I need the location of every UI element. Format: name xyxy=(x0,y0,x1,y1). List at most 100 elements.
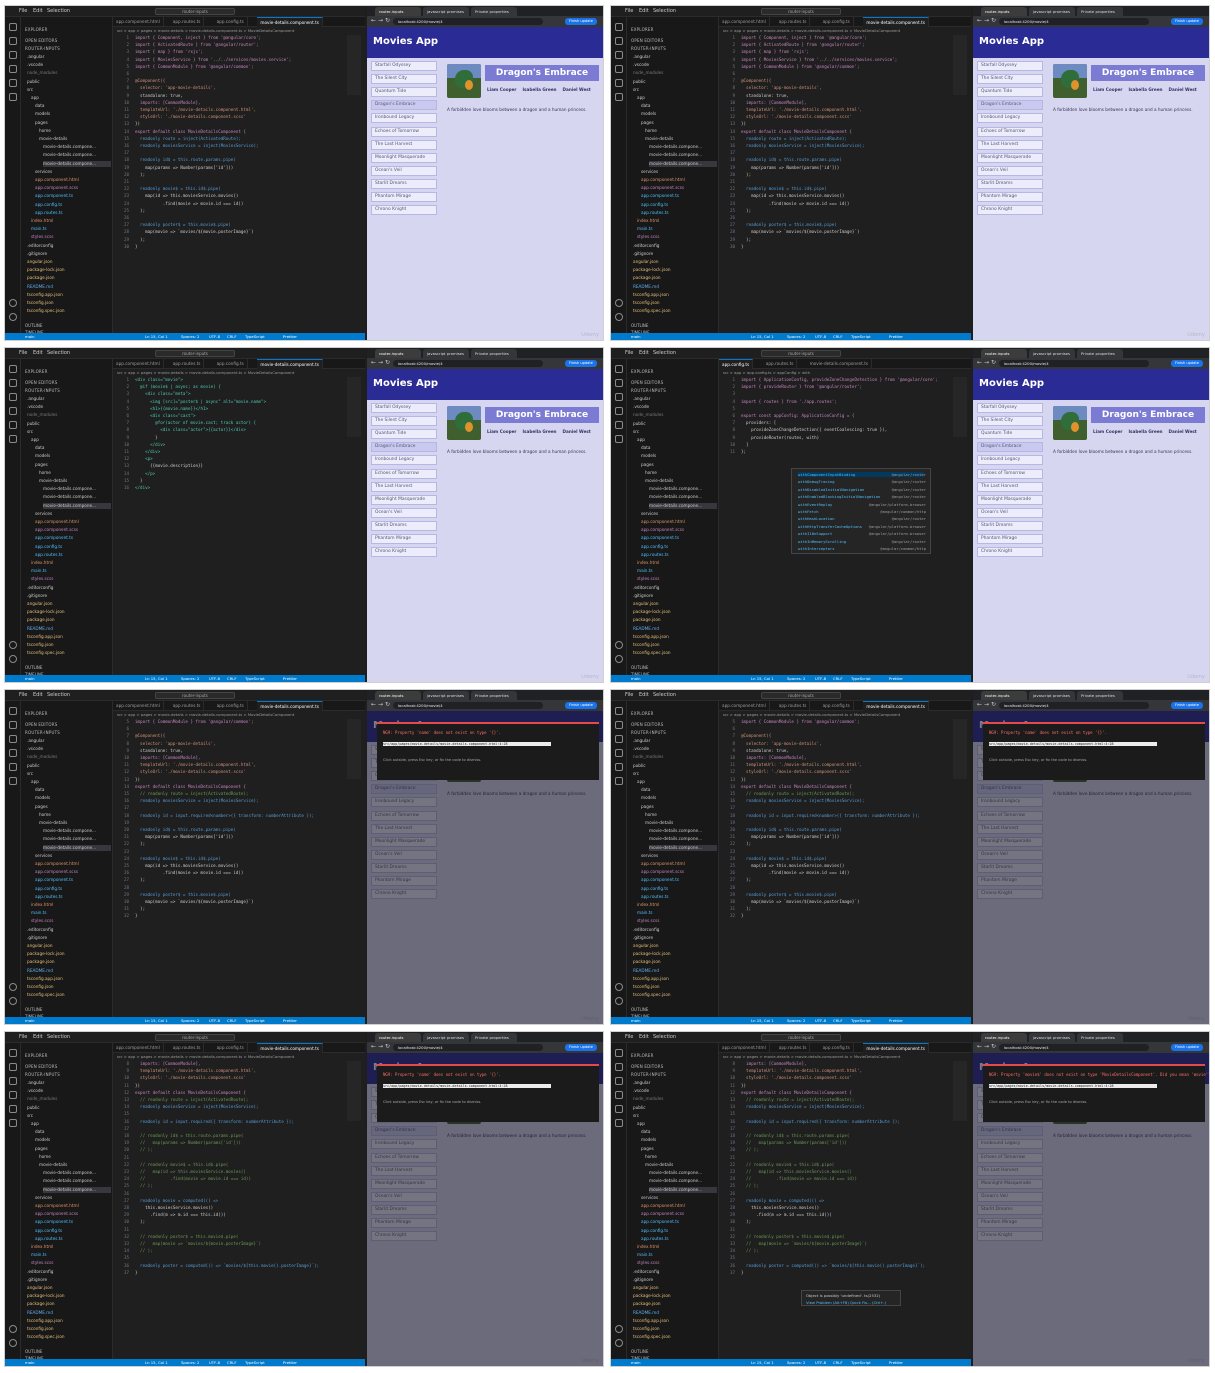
extensions-icon[interactable] xyxy=(615,1105,623,1113)
minimap[interactable] xyxy=(347,719,361,779)
code-line[interactable]: </p> xyxy=(135,471,155,476)
code-line[interactable]: ); xyxy=(135,172,145,177)
code-line[interactable]: ); xyxy=(741,208,751,213)
browser-tab[interactable]: javascript promises xyxy=(423,691,469,700)
status-eol[interactable]: CRLF xyxy=(227,1017,237,1024)
menu-file[interactable]: File xyxy=(19,1034,27,1040)
file-tree-item[interactable]: home xyxy=(645,812,717,818)
file-tree-item[interactable]: src xyxy=(27,771,111,777)
file-tree-item[interactable]: services xyxy=(35,511,111,517)
file-tree-item[interactable]: models xyxy=(35,111,111,117)
file-tree-item[interactable]: styles.scss xyxy=(31,234,111,240)
status-branch[interactable]: main xyxy=(631,1017,641,1024)
code-line[interactable]: map(params => Number(params['id'])) xyxy=(135,165,233,170)
open-editors-header[interactable]: OPEN EDITORS xyxy=(25,380,57,385)
status-branch[interactable]: main xyxy=(25,675,35,682)
back-icon[interactable]: ← xyxy=(977,17,982,24)
finish-update-button[interactable]: Finish update xyxy=(564,18,597,25)
project-header[interactable]: ROUTER-INPUTS xyxy=(25,1072,60,1077)
file-tree-item[interactable]: package.json xyxy=(27,1301,111,1307)
movie-list-item[interactable]: Quantum Tide xyxy=(977,429,1043,440)
files-icon[interactable] xyxy=(9,365,17,373)
account-icon[interactable] xyxy=(615,983,623,991)
code-line[interactable]: this.moviesService.movies() xyxy=(741,1205,819,1210)
status-spaces[interactable]: Spaces: 2 xyxy=(181,675,199,682)
file-tree-item[interactable]: movie-details.compone... xyxy=(43,494,111,500)
code-line[interactable]: import { ApplicationConfig, provideZoneC… xyxy=(741,377,938,382)
file-tree-item[interactable]: package.json xyxy=(633,1301,717,1307)
movie-list-item[interactable]: Chrono Knight xyxy=(371,547,437,558)
status-lang[interactable]: TypeScript xyxy=(245,675,265,682)
code-line[interactable]: ); xyxy=(135,841,145,846)
file-tree-item[interactable]: data xyxy=(641,787,717,793)
code-line[interactable]: provideZoneChangeDetection({ eventCoales… xyxy=(741,427,887,432)
code-line[interactable]: .find(movie => movie.id === id)) xyxy=(135,870,244,875)
file-tree-item[interactable]: styles.scss xyxy=(637,918,717,924)
autocomplete-item[interactable]: withFetch xyxy=(798,509,819,514)
menu-edit[interactable]: Edit xyxy=(33,8,43,14)
menu-selection[interactable]: Selection xyxy=(653,8,676,14)
file-tree-item[interactable]: public xyxy=(27,421,111,427)
file-tree-item[interactable]: index.html xyxy=(31,902,111,908)
status-eol[interactable]: CRLF xyxy=(227,675,237,682)
code-line[interactable]: <h1>{{movie.name}}</h1> xyxy=(135,406,208,411)
source-control-icon[interactable] xyxy=(9,735,17,743)
reload-icon[interactable]: ↻ xyxy=(385,701,390,708)
code-line[interactable]: import { CommonModule } from '@angular/c… xyxy=(741,64,860,69)
code-line[interactable]: readonly id = input.required<number>({ t… xyxy=(135,813,314,818)
browser-tab[interactable]: router-inputs xyxy=(981,349,1027,358)
project-header[interactable]: ROUTER-INPUTS xyxy=(25,388,60,393)
status-branch[interactable]: main xyxy=(25,333,35,340)
file-tree-item[interactable]: data xyxy=(35,445,111,451)
outline-section[interactable]: OUTLINE xyxy=(631,665,648,670)
code-line[interactable]: readonly id$ = this.route.params.pipe( xyxy=(135,827,236,832)
file-tree-item[interactable]: tsconfig.app.json xyxy=(633,976,717,982)
file-tree-item[interactable]: app.config.ts xyxy=(641,1228,717,1234)
file-tree-item[interactable]: .gitignore xyxy=(633,1277,717,1283)
file-tree-item[interactable]: movie-details.compone... xyxy=(649,1178,717,1184)
editor-tab[interactable]: app.config.ts xyxy=(214,701,248,711)
status-encoding[interactable]: UTF-8 xyxy=(209,675,220,682)
code-line[interactable]: }) xyxy=(135,1083,140,1088)
file-tree-item[interactable]: tsconfig.json xyxy=(633,984,717,990)
code-line[interactable]: // .find(movie => movie.id === id)) xyxy=(741,1176,857,1181)
file-tree-item[interactable]: app xyxy=(31,437,111,443)
status-branch[interactable]: main xyxy=(25,1359,35,1366)
address-bar[interactable]: localhost:4200/movie/4 xyxy=(999,702,1149,709)
code-line[interactable]: // readonly route = inject(ActivatedRout… xyxy=(741,1097,854,1102)
file-tree-item[interactable]: movie-details xyxy=(645,820,717,826)
file-tree-item[interactable]: README.md xyxy=(633,968,717,974)
file-tree-item[interactable]: .vscode xyxy=(27,1088,111,1094)
extensions-icon[interactable] xyxy=(9,763,17,771)
file-tree-item[interactable]: movie-details xyxy=(645,136,717,142)
movie-list-item[interactable]: Echoes of Tomorrow xyxy=(977,126,1043,137)
code-line[interactable]: } xyxy=(135,244,138,249)
status-prettier[interactable]: Prettier xyxy=(889,1359,903,1366)
file-tree-item[interactable]: tsconfig.json xyxy=(27,1326,111,1332)
file-tree-item[interactable]: home xyxy=(645,470,717,476)
file-tree-item[interactable]: app.config.ts xyxy=(641,886,717,892)
code-line[interactable]: @Component({ xyxy=(135,78,165,83)
back-icon[interactable]: ← xyxy=(371,1043,376,1050)
code-line[interactable]: readonly moviesService = inject(MoviesSe… xyxy=(135,1104,259,1109)
file-tree-item[interactable]: main.ts xyxy=(637,226,717,232)
file-tree-item[interactable]: tsconfig.json xyxy=(27,984,111,990)
file-tree-item[interactable]: movie-details xyxy=(39,1162,111,1168)
editor-tab[interactable]: movie-details.component.ts xyxy=(863,1043,929,1053)
forward-icon[interactable]: → xyxy=(984,17,989,24)
code-line[interactable]: // map(id => this.moviesService.movies() xyxy=(741,1169,852,1174)
reload-icon[interactable]: ↻ xyxy=(991,359,996,366)
code-line[interactable]: map(id => this.moviesService.movies() xyxy=(741,193,844,198)
back-icon[interactable]: ← xyxy=(977,1043,982,1050)
file-tree-item[interactable]: .angular xyxy=(633,1080,717,1086)
movie-list-item[interactable]: Phantom Mirage xyxy=(371,192,437,202)
remote-icon[interactable] xyxy=(9,1119,17,1127)
status-encoding[interactable]: UTF-8 xyxy=(815,1359,826,1366)
code-line[interactable]: styleUrl: './movie-details.component.scs… xyxy=(135,769,246,774)
code-line[interactable]: @if (movie$ | async; as movie) { xyxy=(135,384,221,389)
file-tree-item[interactable]: tsconfig.json xyxy=(27,642,111,648)
source-control-icon[interactable] xyxy=(9,1077,17,1085)
movie-list-item[interactable]: The Last Harvest xyxy=(371,481,437,492)
run-debug-icon[interactable] xyxy=(615,749,623,757)
code-line[interactable]: ); xyxy=(135,906,145,911)
